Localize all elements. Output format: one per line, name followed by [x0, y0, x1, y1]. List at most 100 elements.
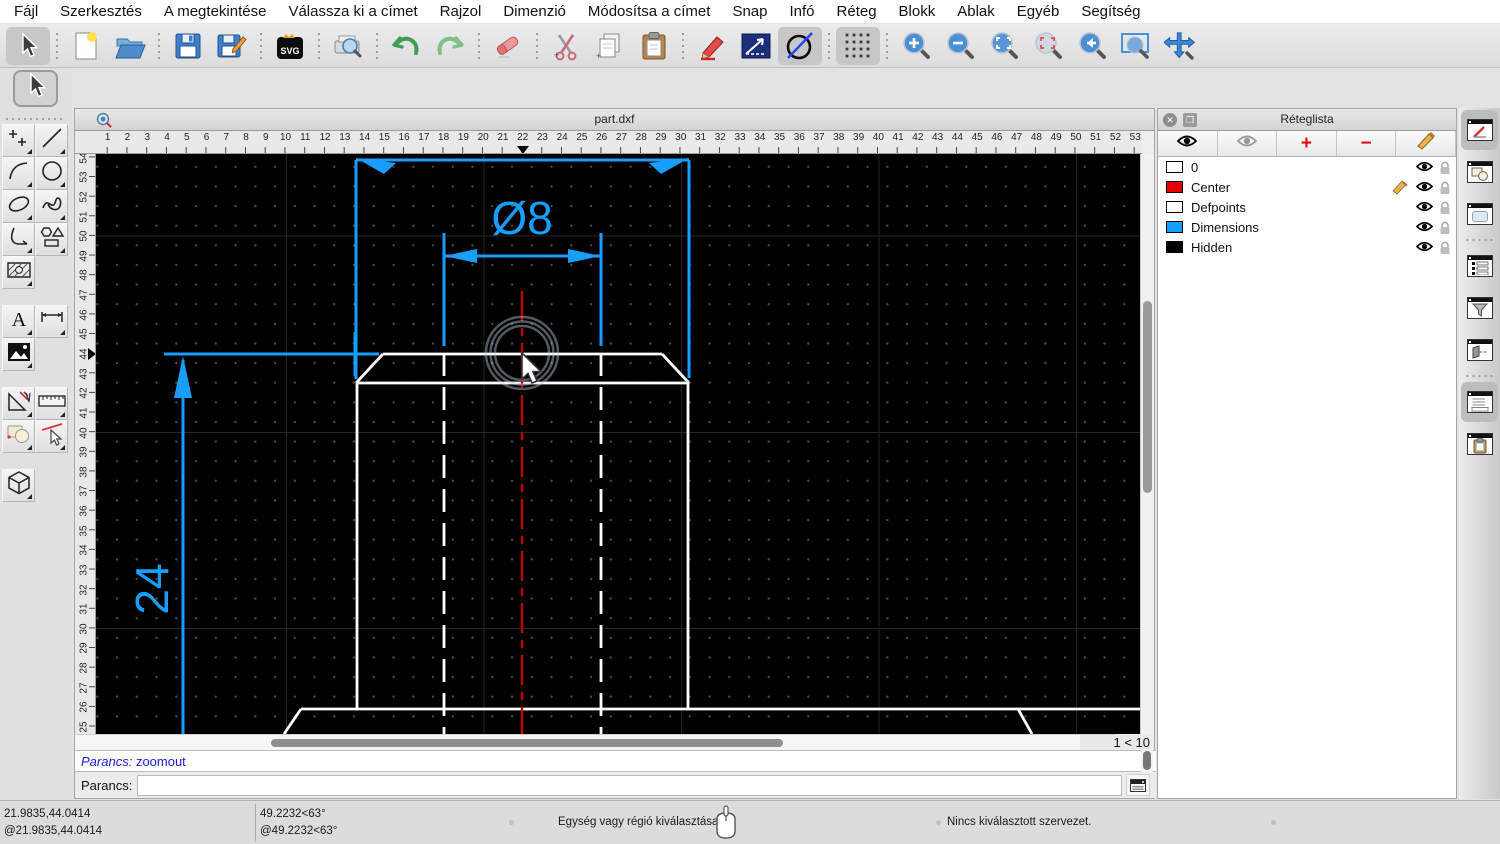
zoom-in-button[interactable]: [894, 27, 938, 65]
add-layer-button[interactable]: +: [1277, 131, 1337, 156]
undock-icon[interactable]: ❐: [1183, 113, 1197, 127]
zoom-previous-button[interactable]: [1070, 27, 1114, 65]
tool-circle[interactable]: [35, 157, 68, 190]
print-preview-button[interactable]: [326, 27, 370, 65]
library-browser-widget-button[interactable]: [1461, 194, 1498, 234]
undo-button[interactable]: [384, 27, 428, 65]
menu-f-jl[interactable]: Fájl: [14, 3, 38, 20]
horizontal-scrollbar-thumb[interactable]: [271, 739, 783, 747]
vertical-scrollbar[interactable]: [1140, 154, 1154, 734]
layer-visibility-icon[interactable]: [1416, 200, 1433, 216]
command-history-scrollbar[interactable]: [1141, 750, 1153, 772]
line-angle-button[interactable]: [734, 27, 778, 65]
tool-line[interactable]: [35, 124, 68, 157]
export-svg-button[interactable]: SVG: [268, 27, 312, 65]
grid-toggle-button[interactable]: [836, 27, 880, 65]
show-all-layers-button[interactable]: [1158, 131, 1218, 156]
tool-arc[interactable]: [2, 157, 35, 190]
close-icon[interactable]: ✕: [1163, 113, 1177, 127]
horizontal-scrollbar[interactable]: [75, 734, 1115, 750]
block-list-widget-button[interactable]: [1461, 152, 1498, 192]
layer-lock-icon[interactable]: [1439, 241, 1451, 258]
layer-row-0[interactable]: 0: [1158, 157, 1456, 177]
menu-szerkeszt-s[interactable]: Szerkesztés: [60, 3, 142, 20]
edit-layer-button[interactable]: [1396, 131, 1456, 156]
menu-blokk[interactable]: Blokk: [899, 3, 936, 20]
zoom-auto-button[interactable]: [982, 27, 1026, 65]
menu-a-megtekint-se[interactable]: A megtekintése: [164, 3, 267, 20]
tool-hatch[interactable]: [2, 256, 35, 289]
tool-points[interactable]: [2, 124, 35, 157]
command-input[interactable]: [137, 775, 1122, 796]
layer-color-swatch[interactable]: [1166, 161, 1183, 173]
layer-visibility-icon[interactable]: [1416, 180, 1433, 196]
remove-layer-button[interactable]: −: [1337, 131, 1397, 156]
tool-dimension[interactable]: [35, 305, 68, 338]
layer-lock-icon[interactable]: [1439, 201, 1451, 218]
clipboard-widget-button[interactable]: [1461, 424, 1498, 464]
palette-drag-handle[interactable]: [4, 116, 64, 122]
layer-visibility-icon[interactable]: [1416, 160, 1433, 176]
layer-row-hidden[interactable]: Hidden: [1158, 237, 1456, 257]
menu-seg-ts-g[interactable]: Segítség: [1081, 3, 1140, 20]
layer-lock-icon[interactable]: [1439, 181, 1451, 198]
layer-visibility-icon[interactable]: [1416, 240, 1433, 256]
hide-all-layers-button[interactable]: [1218, 131, 1278, 156]
menu-snap[interactable]: Snap: [732, 3, 767, 20]
tool-order[interactable]: [2, 420, 35, 453]
vertical-scrollbar-thumb[interactable]: [1143, 301, 1152, 493]
save-button[interactable]: [166, 27, 210, 65]
menu-m-dos-tsa-a-c-met[interactable]: Módosítsa a címet: [588, 3, 711, 20]
save-as-button[interactable]: [210, 27, 254, 65]
tool-box3d[interactable]: [2, 469, 35, 502]
new-file-button[interactable]: [64, 27, 108, 65]
layer-row-dimensions[interactable]: Dimensions: [1158, 217, 1456, 237]
zoom-redraw-button[interactable]: [1026, 27, 1070, 65]
tool-image[interactable]: [2, 338, 35, 371]
menu-rajzol[interactable]: Rajzol: [440, 3, 482, 20]
entity-list-widget-button[interactable]: [1461, 246, 1498, 286]
menu-dimenzi-[interactable]: Dimenzió: [503, 3, 566, 20]
command-keyboard-button[interactable]: [1126, 774, 1150, 796]
menu-egy-b[interactable]: Egyéb: [1017, 3, 1060, 20]
select-cursor-button[interactable]: [6, 27, 50, 65]
tool-spline[interactable]: [35, 190, 68, 223]
layer-color-swatch[interactable]: [1166, 221, 1183, 233]
menu-r-teg[interactable]: Réteg: [837, 3, 877, 20]
tool-measure[interactable]: [2, 387, 35, 420]
document-title-bar[interactable]: part.dxf: [75, 109, 1154, 131]
layer-color-swatch[interactable]: [1166, 201, 1183, 213]
layer-lock-icon[interactable]: [1439, 221, 1451, 238]
paste-button[interactable]: [632, 27, 676, 65]
delete-button[interactable]: [486, 27, 530, 65]
circle-line-button[interactable]: [778, 27, 822, 65]
copy-button[interactable]: +: [588, 27, 632, 65]
drawing-canvas[interactable]: Ø824: [96, 154, 1141, 734]
zoom-out-button[interactable]: [938, 27, 982, 65]
command-widget-button[interactable]: [1461, 382, 1498, 422]
menu-inf-[interactable]: Infó: [789, 3, 814, 20]
tool-shapes[interactable]: [35, 223, 68, 256]
tool-deselect-line[interactable]: [35, 420, 68, 453]
menu-ablak[interactable]: Ablak: [957, 3, 995, 20]
redo-button[interactable]: [428, 27, 472, 65]
layer-color-swatch[interactable]: [1166, 241, 1183, 253]
tool-ellipse[interactable]: [2, 190, 35, 223]
tool-text[interactable]: A: [2, 305, 35, 338]
section-widget-button[interactable]: [1461, 330, 1498, 370]
zoom-window-button[interactable]: [1114, 27, 1158, 65]
zoom-pan-button[interactable]: [1158, 27, 1202, 65]
select-arrow-tool[interactable]: [13, 70, 58, 107]
command-history-scrollbar-thumb[interactable]: [1143, 751, 1151, 770]
draw-pen-button[interactable]: [690, 27, 734, 65]
tool-ruler-tool[interactable]: [35, 387, 68, 420]
layer-list-widget-button[interactable]: [1461, 110, 1498, 150]
tool-polyline[interactable]: [2, 223, 35, 256]
filter-widget-button[interactable]: [1461, 288, 1498, 328]
layer-row-defpoints[interactable]: Defpoints: [1158, 197, 1456, 217]
cut-button[interactable]: +: [544, 27, 588, 65]
layer-lock-icon[interactable]: [1439, 161, 1451, 178]
open-file-button[interactable]: [108, 27, 152, 65]
layer-row-center[interactable]: Center: [1158, 177, 1456, 197]
layer-visibility-icon[interactable]: [1416, 220, 1433, 236]
